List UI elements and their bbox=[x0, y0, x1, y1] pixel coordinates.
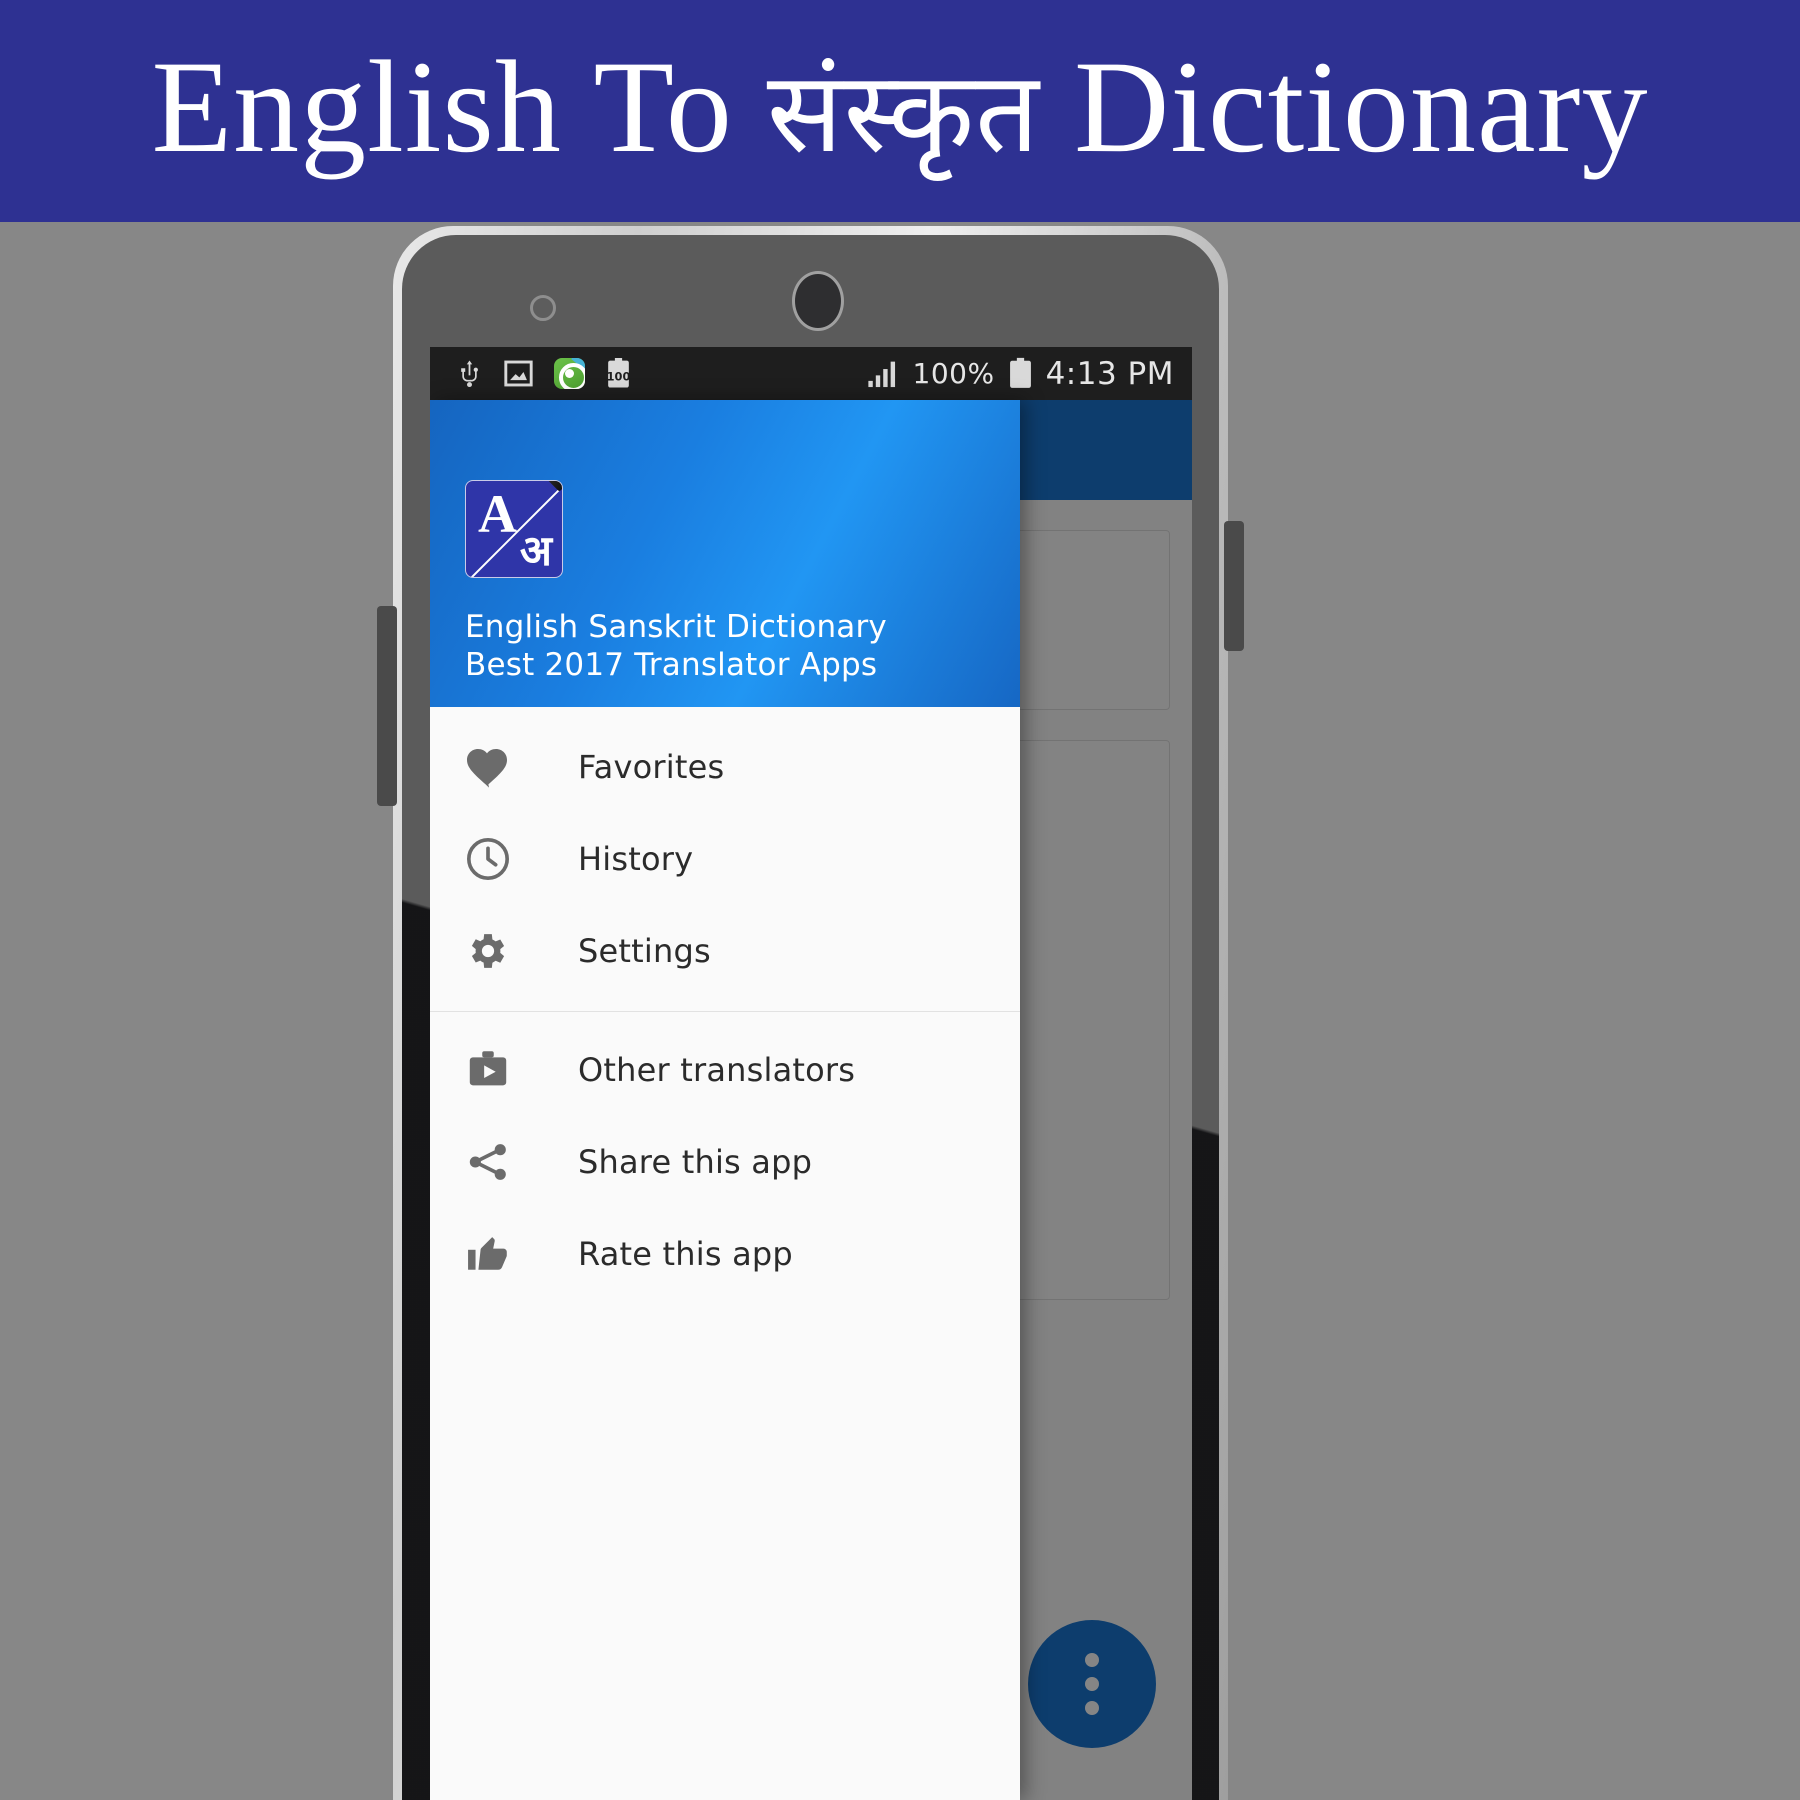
drawer-item-other-translators[interactable]: Other translators bbox=[430, 1024, 1020, 1116]
screenshot-root: English To संस्कृत Dictionary 100 100% 4… bbox=[0, 0, 1800, 1800]
green-app-icon-corner bbox=[571, 358, 585, 371]
drawer-item-settings[interactable]: Settings bbox=[430, 905, 1020, 997]
banner-title-part2: Dictionary bbox=[1040, 33, 1649, 180]
status-bar-right-icons: 100% 4:13 PM bbox=[867, 356, 1180, 392]
status-bar: 100 100% 4:13 PM bbox=[430, 347, 1192, 400]
gear-icon bbox=[465, 928, 525, 974]
signal-bars-icon bbox=[867, 361, 895, 387]
drawer-menu-group-secondary: Other translators Share this app Rate th… bbox=[430, 1024, 1020, 1300]
pen-icon bbox=[531, 481, 562, 492]
battery-saver-100-icon: 100 bbox=[607, 358, 631, 388]
proximity-sensor-icon bbox=[530, 295, 556, 321]
drawer-item-label: Rate this app bbox=[578, 1235, 793, 1273]
promo-banner: English To संस्कृत Dictionary bbox=[0, 0, 1800, 222]
drawer-item-favorites[interactable]: Favorites bbox=[430, 721, 1020, 813]
drawer-item-label: Share this app bbox=[578, 1143, 813, 1181]
phone-screen: 100 100% 4:13 PM Engl bbox=[430, 347, 1192, 1800]
drawer-item-label: History bbox=[578, 840, 694, 878]
app-logo-letter-latin: A bbox=[478, 484, 517, 544]
drawer-item-share-this-app[interactable]: Share this app bbox=[430, 1116, 1020, 1208]
battery-percent-label: 100% bbox=[912, 357, 995, 390]
battery-icon bbox=[1009, 357, 1031, 388]
navigation-drawer: A अ English Sanskrit Dictionary Best 201… bbox=[430, 400, 1020, 1800]
thumbs-up-icon bbox=[465, 1231, 525, 1277]
status-bar-left-icons: 100 bbox=[456, 358, 631, 389]
briefcase-play-icon bbox=[465, 1047, 525, 1093]
drawer-item-history[interactable]: History bbox=[430, 813, 1020, 905]
app-logo-letter-devanagari: अ bbox=[519, 525, 552, 575]
banner-title: English To संस्कृत Dictionary bbox=[151, 41, 1648, 181]
heart-icon bbox=[465, 745, 525, 789]
front-camera-icon bbox=[792, 271, 844, 331]
drawer-menu-group-primary: Favorites History Settings bbox=[430, 707, 1020, 997]
screenshot-icon bbox=[504, 360, 533, 387]
drawer-header: A अ English Sanskrit Dictionary Best 201… bbox=[430, 400, 1020, 707]
power-button[interactable] bbox=[1224, 521, 1244, 651]
usb-icon bbox=[461, 360, 478, 387]
drawer-item-label: Favorites bbox=[578, 748, 725, 786]
green-app-icon bbox=[554, 358, 585, 389]
svg-text:100: 100 bbox=[607, 370, 631, 384]
clock-label: 4:13 PM bbox=[1045, 355, 1174, 392]
share-icon bbox=[465, 1139, 525, 1185]
drawer-header-line1: English Sanskrit Dictionary bbox=[465, 609, 887, 646]
app-logo-icon: A अ bbox=[465, 480, 563, 578]
drawer-divider bbox=[430, 1011, 1020, 1012]
drawer-header-line2: Best 2017 Translator Apps bbox=[465, 647, 878, 684]
drawer-item-label: Other translators bbox=[578, 1051, 856, 1089]
volume-button[interactable] bbox=[377, 606, 397, 806]
drawer-item-label: Settings bbox=[578, 932, 711, 970]
banner-title-part1: English To bbox=[151, 33, 767, 180]
banner-title-sanskrit: संस्कृत bbox=[766, 48, 1041, 178]
drawer-item-rate-this-app[interactable]: Rate this app bbox=[430, 1208, 1020, 1300]
clock-icon bbox=[465, 836, 525, 882]
